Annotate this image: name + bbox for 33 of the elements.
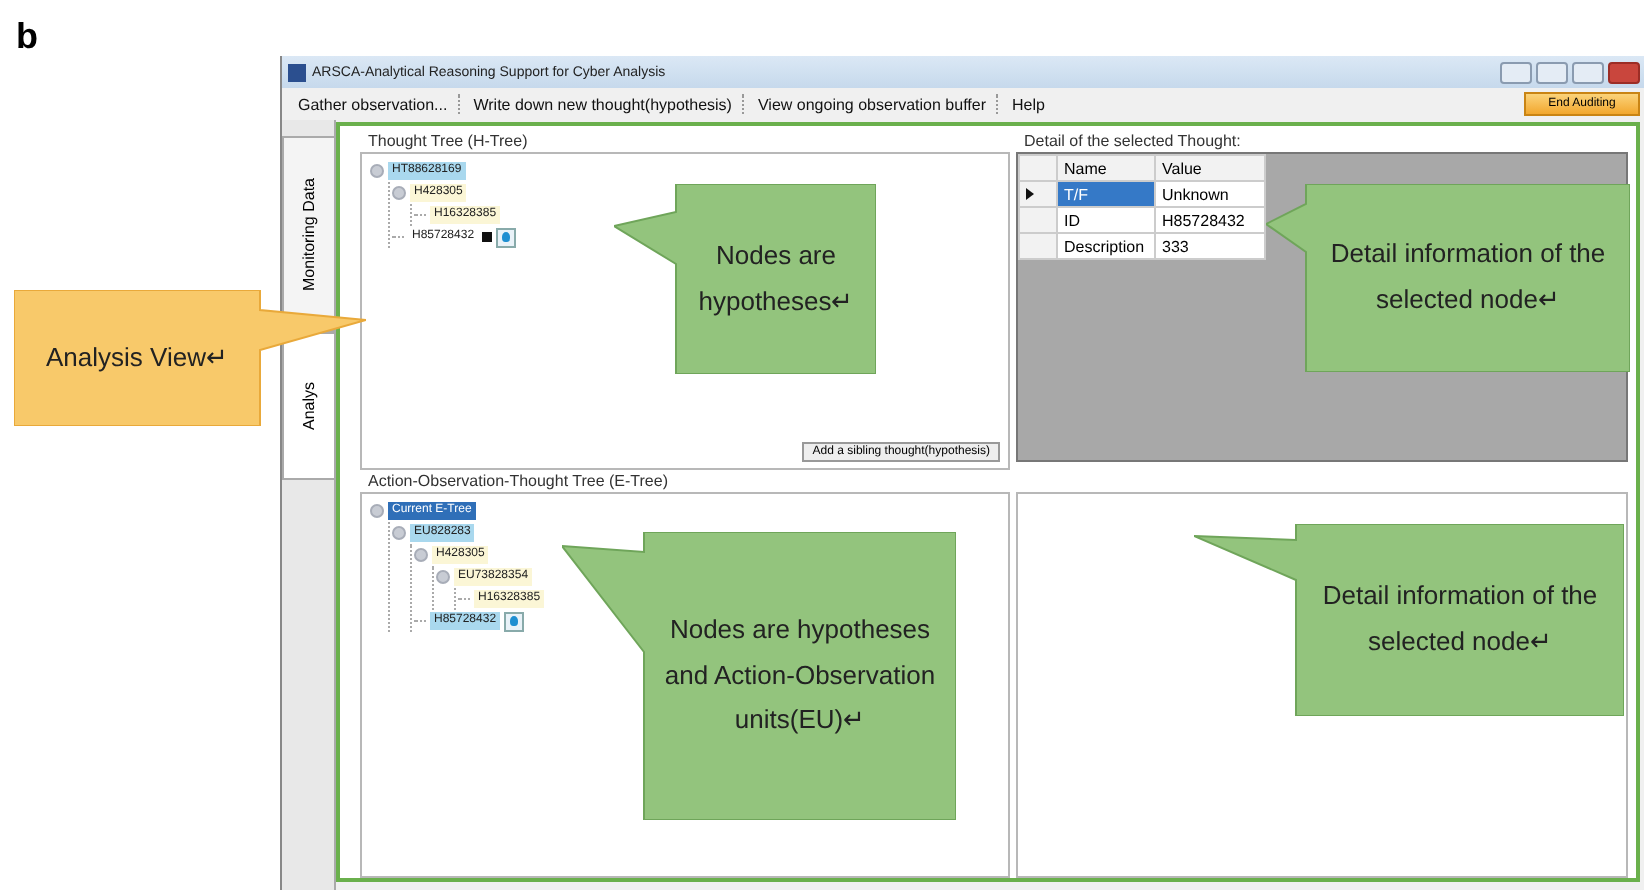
grip-icon [741,94,748,114]
menu-item[interactable]: Write down new thought(hypothesis) [469,95,736,113]
callout-text: Nodes are hypotheses and Action-Observation units(EU)↵ [662,611,938,739]
callout-text: Nodes are hypotheses↵ [696,237,856,320]
table-cell: 333 [1155,233,1265,259]
figure-label: b [14,14,40,56]
group-title: Thought Tree (H-Tree) [366,130,530,152]
menu-item[interactable]: Gather observation... [294,95,452,113]
close-button[interactable] [1608,61,1640,83]
pin-button[interactable] [496,227,517,247]
table-cell[interactable]: ID [1057,207,1155,233]
menu-item[interactable]: Help [1008,95,1049,113]
side-tab[interactable]: Analys [282,332,334,480]
column-header: Value [1155,155,1265,181]
table-cell[interactable]: T/F [1057,181,1155,207]
table-cell: Unknown [1155,181,1265,207]
app-icon [288,63,306,81]
side-tab[interactable]: Monitoring Data [282,136,334,332]
callout-text: Analysis View↵ [46,339,228,376]
grip-icon [996,94,1002,114]
menu-item[interactable]: View ongoing observation buffer [753,95,990,113]
group-title: Detail of the selected Thought: [1022,130,1243,152]
pin-button[interactable] [504,611,525,631]
row-indicator-icon [1026,188,1034,200]
minimize-button[interactable] [1536,61,1568,83]
group-title: Action-Observation-Thought Tree (E-Tree) [366,470,670,492]
table-cell: H85728432 [1155,207,1265,233]
column-header: Name [1057,155,1155,181]
restore-button[interactable] [1500,61,1532,83]
callout-text: Detail information of the selected node↵ [1328,236,1608,318]
table-cell[interactable]: Description [1057,233,1155,259]
callout-text: Detail information of the selected node↵ [1320,578,1600,660]
grip-icon [457,94,464,114]
